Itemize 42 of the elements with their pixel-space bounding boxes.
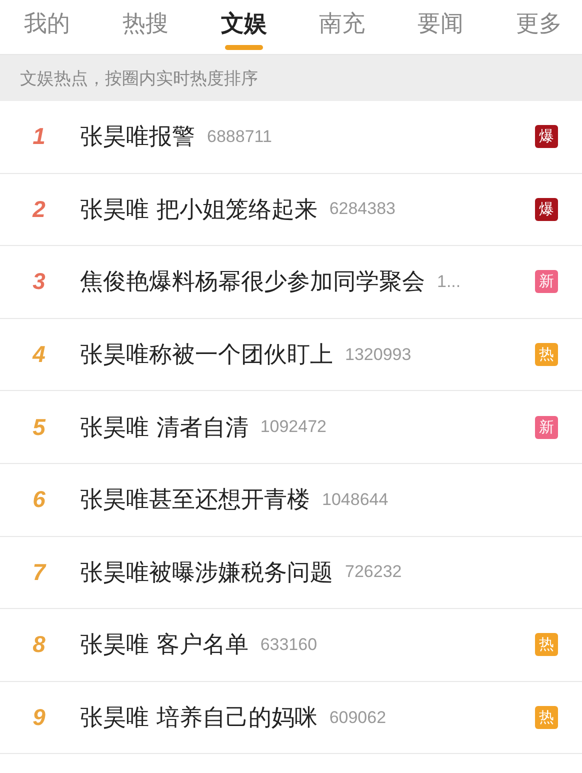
rank-number: 2 bbox=[31, 196, 46, 223]
topic-title[interactable]: 张昊唯 清者自清 bbox=[80, 412, 248, 443]
topic-title[interactable]: 张昊唯 培养自己的妈咪 bbox=[80, 702, 318, 734]
rank-number: 5 bbox=[32, 414, 47, 441]
rank-number: 4 bbox=[31, 341, 46, 368]
topic-badge: 新 bbox=[535, 270, 558, 294]
topic-title[interactable]: 张昊唯甚至还想开青楼 bbox=[80, 484, 310, 516]
topic-title[interactable]: 张昊唯称被一个团伙盯上 bbox=[80, 339, 333, 370]
heat-count: 1320993 bbox=[345, 344, 412, 365]
topic-title[interactable]: 张昊唯 客户名单 bbox=[80, 629, 248, 660]
heat-count: 6888711 bbox=[207, 126, 272, 147]
topic-badge: 热 bbox=[535, 633, 558, 656]
topic-title[interactable]: 张昊唯报警 bbox=[80, 121, 195, 152]
tab[interactable]: 要闻 bbox=[416, 0, 466, 54]
subtitle-text: 文娱热点，按圈内实时热度排序 bbox=[20, 68, 258, 90]
topic-title[interactable]: 张昊唯被曝涉嫌税务问题 bbox=[80, 556, 333, 588]
rank-number: 8 bbox=[32, 631, 46, 658]
heat-count: 609062 bbox=[329, 708, 386, 728]
rank-number: 3 bbox=[32, 268, 46, 296]
tab[interactable]: 更多 bbox=[514, 0, 564, 54]
topic-badge: 热 bbox=[535, 343, 558, 366]
topic-badge: 爆 bbox=[535, 198, 558, 221]
tab[interactable]: 热搜 bbox=[120, 0, 170, 54]
heat-count: 726232 bbox=[345, 562, 402, 582]
topic-badge: 爆 bbox=[535, 125, 558, 148]
rank-number: 1 bbox=[32, 123, 46, 150]
heat-count: 1048644 bbox=[322, 490, 388, 510]
heat-count: 1092472 bbox=[260, 417, 326, 438]
topic-badge: 热 bbox=[535, 706, 558, 730]
rank-number: 6 bbox=[32, 486, 46, 514]
topic-title[interactable]: 焦俊艳爆料杨幂很少参加同学聚会 bbox=[80, 266, 425, 298]
heat-count: 6284383 bbox=[329, 199, 396, 220]
topic-badge: 新 bbox=[535, 416, 558, 439]
tab[interactable]: 我的 bbox=[22, 0, 72, 54]
rank-number: 9 bbox=[32, 704, 46, 732]
topic-title[interactable]: 张昊唯 把小姐笼络起来 bbox=[80, 194, 318, 225]
tab[interactable]: 南充 bbox=[317, 0, 368, 54]
rank-number: 7 bbox=[32, 558, 48, 586]
tab-underline bbox=[224, 45, 263, 50]
heat-count: 1... bbox=[437, 272, 461, 292]
tab[interactable]: 文娱 bbox=[218, 0, 269, 54]
heat-count: 633160 bbox=[260, 634, 318, 655]
